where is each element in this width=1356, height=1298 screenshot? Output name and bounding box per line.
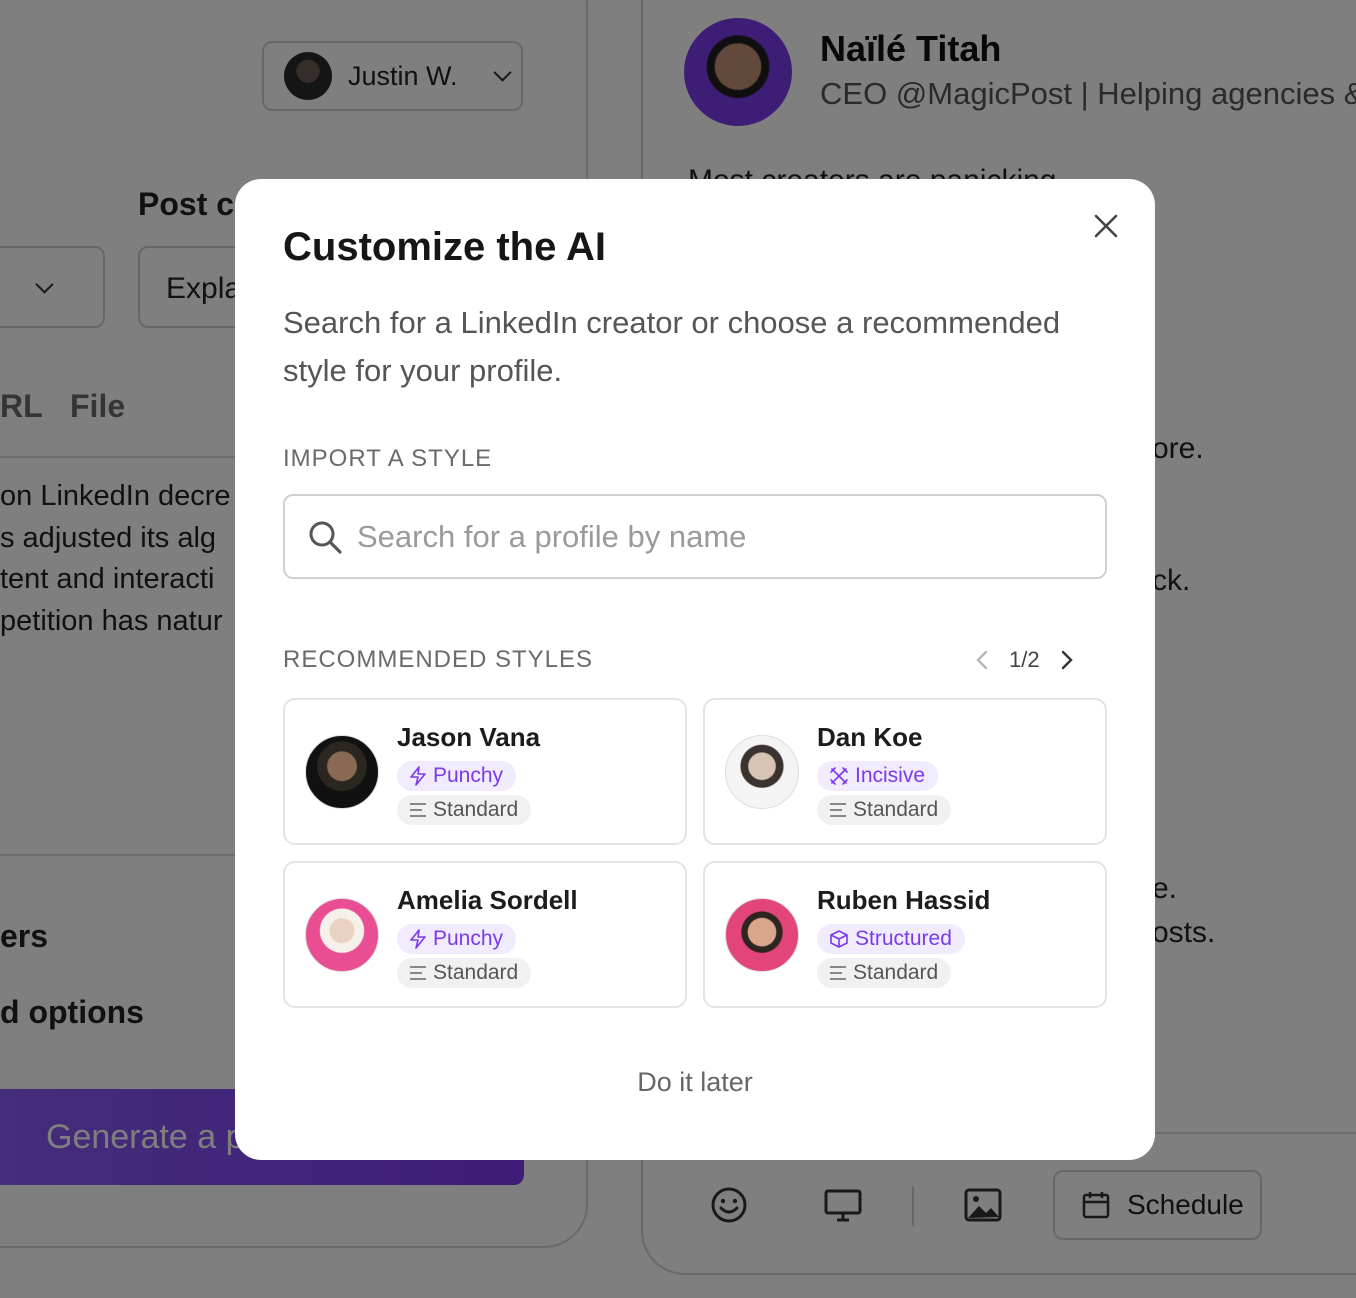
style-card-jason-vana[interactable]: Jason Vana Punchy Standard [283, 698, 687, 845]
lines-icon [410, 966, 426, 980]
style-card-dan-koe[interactable]: Dan Koe Incisive Standard [703, 698, 1107, 845]
lines-icon [830, 966, 846, 980]
format-badge: Standard [397, 958, 532, 988]
creator-name: Amelia Sordell [397, 885, 578, 915]
customize-ai-modal: Customize the AI Search for a LinkedIn c… [235, 179, 1155, 1160]
close-icon[interactable] [1091, 211, 1121, 241]
tone-badge: Punchy [397, 924, 517, 954]
chevron-right-icon[interactable] [1060, 650, 1074, 670]
bolt-icon [410, 929, 426, 949]
lines-icon [830, 803, 846, 817]
style-card-amelia-sordell[interactable]: Amelia Sordell Punchy Standard [283, 861, 687, 1008]
tone-label: Punchy [433, 764, 504, 787]
chevron-left-icon[interactable] [975, 650, 989, 670]
profile-search-box[interactable] [283, 494, 1107, 579]
profile-search-input[interactable] [357, 506, 1077, 567]
avatar [725, 735, 799, 809]
format-label: Standard [853, 961, 939, 984]
style-card-ruben-hassid[interactable]: Ruben Hassid Structured Standard [703, 861, 1107, 1008]
format-label: Standard [433, 798, 519, 821]
creator-name: Dan Koe [817, 722, 923, 752]
format-badge: Standard [817, 958, 952, 988]
format-badge: Standard [817, 795, 952, 825]
avatar [725, 898, 799, 972]
avatar [305, 735, 379, 809]
format-badge: Standard [397, 795, 532, 825]
search-icon [309, 521, 342, 554]
avatar [305, 898, 379, 972]
import-style-label: IMPORT A STYLE [283, 445, 493, 472]
modal-subtitle: Search for a LinkedIn creator or choose … [283, 305, 1061, 388]
tone-badge: Punchy [397, 761, 517, 791]
tone-badge: Incisive [817, 761, 939, 791]
styles-pagination: 1/2 [975, 645, 1074, 675]
page-indicator: 1/2 [1009, 647, 1040, 672]
cube-icon [830, 930, 848, 948]
recommended-styles-label: RECOMMENDED STYLES [283, 646, 594, 673]
swords-icon [830, 767, 848, 785]
lines-icon [410, 803, 426, 817]
creator-name: Jason Vana [397, 722, 541, 752]
tone-label: Punchy [433, 927, 504, 950]
format-label: Standard [853, 798, 939, 821]
do-it-later-button[interactable]: Do it later [235, 1067, 1155, 1098]
format-label: Standard [433, 961, 519, 984]
tone-badge: Structured [817, 924, 965, 954]
modal-title: Customize the AI [283, 225, 606, 269]
creator-name: Ruben Hassid [817, 885, 991, 915]
bolt-icon [410, 766, 426, 786]
tone-label: Incisive [855, 764, 926, 787]
tone-label: Structured [855, 927, 952, 950]
